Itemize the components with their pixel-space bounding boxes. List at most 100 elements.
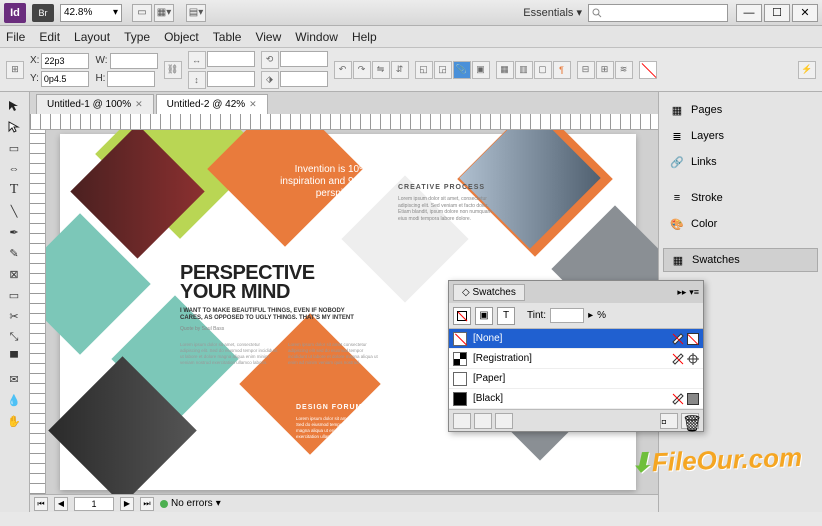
- text-wrap-icon[interactable]: ≋: [615, 61, 633, 79]
- last-page-button[interactable]: ⏭: [140, 497, 154, 511]
- menu-help[interactable]: Help: [352, 30, 377, 44]
- center-content-icon[interactable]: ▢: [534, 61, 552, 79]
- new-swatch-icon[interactable]: ▫: [660, 413, 678, 429]
- scale-y-icon[interactable]: ↕: [188, 71, 206, 89]
- preflight-status[interactable]: No errors ▾: [160, 498, 221, 509]
- eyedropper-tool[interactable]: 💧: [2, 390, 26, 410]
- fill-swatch[interactable]: [639, 61, 657, 79]
- flip-horizontal-icon[interactable]: ⇋: [372, 61, 390, 79]
- tint-input[interactable]: [550, 308, 584, 323]
- x-input[interactable]: [41, 53, 89, 69]
- swatches-tab[interactable]: ◇ Swatches: [453, 284, 525, 301]
- rotate-90-cw-icon[interactable]: ↷: [353, 61, 371, 79]
- panel-swatches[interactable]: ▦Swatches: [663, 248, 818, 272]
- close-button[interactable]: ✕: [792, 4, 818, 22]
- horizontal-ruler[interactable]: [30, 114, 658, 130]
- panel-pages[interactable]: ▦Pages: [663, 98, 818, 122]
- zoom-level-combo[interactable]: 42.8%▾: [60, 4, 122, 22]
- scissors-tool[interactable]: ✂: [2, 306, 26, 326]
- page-tool[interactable]: ▭: [2, 138, 26, 158]
- menu-object[interactable]: Object: [164, 30, 199, 44]
- menu-layout[interactable]: Layout: [74, 30, 110, 44]
- reference-point-icon[interactable]: ⊞: [6, 61, 24, 79]
- select-container-icon[interactable]: ◱: [415, 61, 433, 79]
- delete-swatch-icon[interactable]: 🗑: [681, 413, 699, 429]
- pencil-tool[interactable]: ✎: [2, 243, 26, 263]
- swatch-row-paper[interactable]: [Paper]: [449, 369, 703, 389]
- align-icon[interactable]: ⊟: [577, 61, 595, 79]
- clip-icon[interactable]: 📎: [453, 61, 471, 79]
- swatch-row-registration[interactable]: [Registration]: [449, 349, 703, 369]
- rotate-icon[interactable]: ⟲: [261, 51, 279, 69]
- menu-type[interactable]: Type: [124, 30, 150, 44]
- swatch-row-none[interactable]: [None]: [449, 329, 703, 349]
- panel-collapse-icon[interactable]: ▸▸: [677, 287, 686, 298]
- page-number-input[interactable]: [74, 497, 114, 511]
- swatch-row-black[interactable]: [Black]: [449, 389, 703, 409]
- direct-selection-tool[interactable]: [2, 117, 26, 137]
- shear-icon[interactable]: ⬗: [261, 71, 279, 89]
- maximize-button[interactable]: ☐: [764, 4, 790, 22]
- show-color-swatches-icon[interactable]: [474, 413, 492, 429]
- swatches-panel[interactable]: ◇ Swatches ▸▸ ▾≡ ▣ T Tint: ▸ % [None] [R…: [448, 280, 704, 432]
- vertical-ruler[interactable]: [30, 130, 46, 494]
- minimize-button[interactable]: —: [736, 4, 762, 22]
- menu-file[interactable]: File: [6, 30, 25, 44]
- fit-content-icon[interactable]: ▥: [515, 61, 533, 79]
- view-options-icon[interactable]: ▦▾: [154, 4, 174, 22]
- fill-frame-icon[interactable]: ▦: [496, 61, 514, 79]
- paragraph-icon[interactable]: ¶: [553, 61, 571, 79]
- screen-mode-icon[interactable]: ▭: [132, 4, 152, 22]
- show-gradient-swatches-icon[interactable]: [495, 413, 513, 429]
- type-tool[interactable]: T: [2, 180, 26, 200]
- flip-vertical-icon[interactable]: ⇵: [391, 61, 409, 79]
- h-input[interactable]: [107, 71, 155, 87]
- close-tab-icon[interactable]: ✕: [249, 99, 257, 110]
- hand-tool[interactable]: ✋: [2, 411, 26, 431]
- panel-layers[interactable]: ≣Layers: [663, 124, 818, 148]
- menu-table[interactable]: Table: [213, 30, 242, 44]
- close-tab-icon[interactable]: ✕: [135, 99, 143, 110]
- rectangle-tool[interactable]: ▭: [2, 285, 26, 305]
- swatches-titlebar[interactable]: ◇ Swatches ▸▸ ▾≡: [449, 281, 703, 303]
- next-page-button[interactable]: ▶: [120, 497, 134, 511]
- prev-page-button[interactable]: ◀: [54, 497, 68, 511]
- quick-apply-icon[interactable]: ⚡: [798, 61, 816, 79]
- gap-tool[interactable]: ⇔: [2, 159, 26, 179]
- note-tool[interactable]: ✉: [2, 369, 26, 389]
- scale-y-input[interactable]: [207, 71, 255, 87]
- arrange-documents-icon[interactable]: ▤▾: [186, 4, 206, 22]
- panel-color[interactable]: 🎨Color: [663, 212, 818, 236]
- menu-view[interactable]: View: [255, 30, 281, 44]
- bridge-badge[interactable]: Br: [32, 4, 54, 22]
- search-input[interactable]: [588, 4, 728, 22]
- rotate-input[interactable]: [280, 51, 328, 67]
- w-input[interactable]: [110, 53, 158, 69]
- document-tab[interactable]: Untitled-1 @ 100%✕: [36, 94, 154, 114]
- rectangle-frame-tool[interactable]: ⊠: [2, 264, 26, 284]
- formatting-text-icon[interactable]: T: [497, 307, 515, 325]
- y-input[interactable]: [41, 71, 89, 87]
- fitting-icon[interactable]: ▣: [472, 61, 490, 79]
- panel-stroke[interactable]: ≡Stroke: [663, 186, 818, 210]
- rotate-90-ccw-icon[interactable]: ↶: [334, 61, 352, 79]
- menu-edit[interactable]: Edit: [39, 30, 60, 44]
- panel-menu-icon[interactable]: ▾≡: [689, 287, 699, 298]
- free-transform-tool[interactable]: ⤡: [2, 327, 26, 347]
- select-content-icon[interactable]: ◲: [434, 61, 452, 79]
- workspace-switcher[interactable]: Essentials ▾: [517, 6, 588, 19]
- selection-tool[interactable]: [2, 96, 26, 116]
- panel-links[interactable]: 🔗Links: [663, 150, 818, 174]
- first-page-button[interactable]: ⏮: [34, 497, 48, 511]
- pen-tool[interactable]: ✒: [2, 222, 26, 242]
- document-tab[interactable]: Untitled-2 @ 42%✕: [156, 94, 268, 114]
- menu-window[interactable]: Window: [295, 30, 338, 44]
- fill-stroke-toggle[interactable]: [453, 307, 471, 325]
- line-tool[interactable]: ╲: [2, 201, 26, 221]
- formatting-container-icon[interactable]: ▣: [475, 307, 493, 325]
- distribute-icon[interactable]: ⊞: [596, 61, 614, 79]
- gradient-tool[interactable]: ▀: [2, 348, 26, 368]
- tint-arrow-icon[interactable]: ▸: [588, 310, 593, 321]
- scale-x-input[interactable]: [207, 51, 255, 67]
- constrain-proportions-icon[interactable]: ⛓: [164, 61, 182, 79]
